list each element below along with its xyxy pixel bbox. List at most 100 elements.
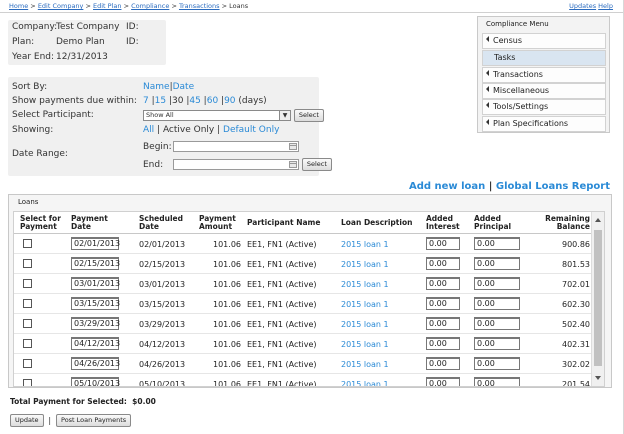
due-15-link[interactable]: 15 (155, 96, 166, 106)
select-payment-checkbox[interactable] (23, 279, 32, 288)
header-added-interest[interactable]: Added Interest (426, 215, 460, 231)
select-payment-checkbox[interactable] (23, 379, 32, 386)
header-participant-name[interactable]: Participant Name (247, 219, 320, 227)
scroll-down-arrow-icon[interactable] (595, 376, 601, 380)
due-90-link[interactable]: 90 (224, 96, 235, 106)
table-scrollbar[interactable] (591, 212, 604, 386)
scheduled-date: 04/12/2013 (139, 340, 186, 349)
loan-description-link[interactable]: 2015 loan 1 (341, 340, 389, 349)
calendar-icon[interactable] (289, 143, 297, 150)
select-payment-checkbox[interactable] (23, 339, 32, 348)
added-interest-input[interactable]: 0.00 (426, 317, 460, 330)
participant-select[interactable]: Show All ▼ (143, 110, 291, 121)
participant-name: EE1, FN1 (Active) (247, 280, 317, 289)
end-date-input[interactable] (173, 159, 299, 170)
scrollbar-thumb[interactable] (594, 230, 602, 366)
scheduled-date: 03/29/2013 (139, 320, 186, 329)
table-row: 04/12/2013 04/12/2013 101.06 EE1, FN1 (Acti… (14, 334, 592, 354)
calendar-icon[interactable] (289, 161, 297, 168)
participant-select-button[interactable]: Select (293, 109, 324, 122)
sort-date-link[interactable]: Date (173, 82, 195, 92)
added-interest-input[interactable]: 0.00 (426, 377, 460, 386)
payment-date-input[interactable]: 02/15/2013 (71, 257, 120, 270)
menu-item-label: Plan Specifications (493, 119, 569, 128)
select-payment-checkbox[interactable] (23, 259, 32, 268)
added-principal-input[interactable]: 0.00 (474, 317, 520, 330)
header-payment-date[interactable]: Payment Date (71, 215, 108, 231)
compliance-menu-title: Compliance Menu (486, 20, 549, 28)
post-loan-payments-button[interactable]: Post Loan Payments (56, 414, 132, 427)
showing-default-link[interactable]: Default Only (223, 125, 279, 135)
menu-item-transactions[interactable]: Transactions (482, 67, 606, 83)
loan-description-link[interactable]: 2015 loan 1 (341, 360, 389, 369)
added-principal-input[interactable]: 0.00 (474, 277, 520, 290)
header-loan-description[interactable]: Loan Description (341, 219, 412, 227)
breadcrumb-edit-plan[interactable]: Edit Plan (93, 2, 121, 10)
menu-item-tasks[interactable]: Tasks (482, 50, 606, 66)
loan-description-link[interactable]: 2015 loan 1 (341, 380, 389, 386)
payment-date-input[interactable]: 04/12/2013 (71, 337, 120, 350)
added-interest-input[interactable]: 0.00 (426, 237, 460, 250)
chevron-left-icon (486, 102, 489, 108)
header-remaining-balance[interactable]: Remaining Balance (545, 215, 590, 231)
added-interest-input[interactable]: 0.00 (426, 277, 460, 290)
chevron-left-icon (486, 70, 489, 76)
menu-item-tools-settings[interactable]: Tools/Settings (482, 99, 606, 115)
menu-item-census[interactable]: Census (482, 33, 606, 49)
breadcrumb-transactions[interactable]: Transactions (179, 2, 220, 10)
header-added-principal[interactable]: Added Principal (474, 215, 511, 231)
scheduled-date: 03/15/2013 (139, 300, 186, 309)
due-7-link[interactable]: 7 (143, 96, 149, 106)
added-interest-input[interactable]: 0.00 (426, 257, 460, 270)
add-new-loan-link[interactable]: Add new loan (409, 181, 485, 192)
header-scheduled-date[interactable]: Scheduled Date (139, 215, 183, 231)
breadcrumb-home[interactable]: Home (9, 2, 28, 10)
header-payment-amount[interactable]: Payment Amount (199, 215, 236, 231)
begin-label: Begin: (143, 142, 172, 152)
total-payment-value: $0.00 (132, 397, 156, 406)
update-button[interactable]: Update (10, 414, 44, 427)
chevron-left-icon (486, 119, 489, 125)
payment-date-input[interactable]: 02/01/2013 (71, 237, 120, 250)
loan-description-link[interactable]: 2015 loan 1 (341, 280, 389, 289)
added-principal-input[interactable]: 0.00 (474, 297, 520, 310)
select-payment-checkbox[interactable] (23, 239, 32, 248)
scroll-up-arrow-icon[interactable] (595, 218, 601, 222)
menu-item-plan-specifications[interactable]: Plan Specifications (482, 116, 606, 132)
added-principal-input[interactable]: 0.00 (474, 237, 520, 250)
payment-date-input[interactable]: 05/10/2013 (71, 377, 120, 386)
added-interest-input[interactable]: 0.00 (426, 337, 460, 350)
menu-item-miscellaneous[interactable]: Miscellaneous (482, 83, 606, 99)
due-60-link[interactable]: 60 (207, 96, 218, 106)
added-interest-input[interactable]: 0.00 (426, 297, 460, 310)
sort-name-link[interactable]: Name (143, 82, 170, 92)
date-select-button[interactable]: Select (301, 158, 332, 171)
select-payment-checkbox[interactable] (23, 359, 32, 368)
payment-date-input[interactable]: 03/15/2013 (71, 297, 120, 310)
added-principal-input[interactable]: 0.00 (474, 337, 520, 350)
added-interest-input[interactable]: 0.00 (426, 357, 460, 370)
loan-description-link[interactable]: 2015 loan 1 (341, 300, 389, 309)
top-bar: Home > Edit Company > Edit Plan > Compli… (0, 0, 623, 13)
payment-date-input[interactable]: 04/26/2013 (71, 357, 120, 370)
added-principal-input[interactable]: 0.00 (474, 257, 520, 270)
payment-date-input[interactable]: 03/01/2013 (71, 277, 120, 290)
showing-all-link[interactable]: All (143, 125, 154, 135)
added-principal-input[interactable]: 0.00 (474, 357, 520, 370)
breadcrumb-compliance[interactable]: Compliance (131, 2, 169, 10)
loan-description-link[interactable]: 2015 loan 1 (341, 320, 389, 329)
participant-controls: Show All ▼ Select (143, 109, 324, 122)
global-loans-report-link[interactable]: Global Loans Report (496, 181, 610, 192)
begin-date-input[interactable] (173, 141, 299, 152)
help-link[interactable]: Help (598, 2, 613, 10)
select-payment-checkbox[interactable] (23, 299, 32, 308)
due-45-link[interactable]: 45 (189, 96, 200, 106)
loan-description-link[interactable]: 2015 loan 1 (341, 240, 389, 249)
select-payment-checkbox[interactable] (23, 319, 32, 328)
added-principal-input[interactable]: 0.00 (474, 377, 520, 386)
loan-description-link[interactable]: 2015 loan 1 (341, 260, 389, 269)
updates-link[interactable]: Updates (569, 2, 596, 10)
loans-table: Select for Payment Payment Date Scheduled D… (13, 211, 605, 387)
breadcrumb-edit-company[interactable]: Edit Company (38, 2, 84, 10)
payment-date-input[interactable]: 03/29/2013 (71, 317, 120, 330)
